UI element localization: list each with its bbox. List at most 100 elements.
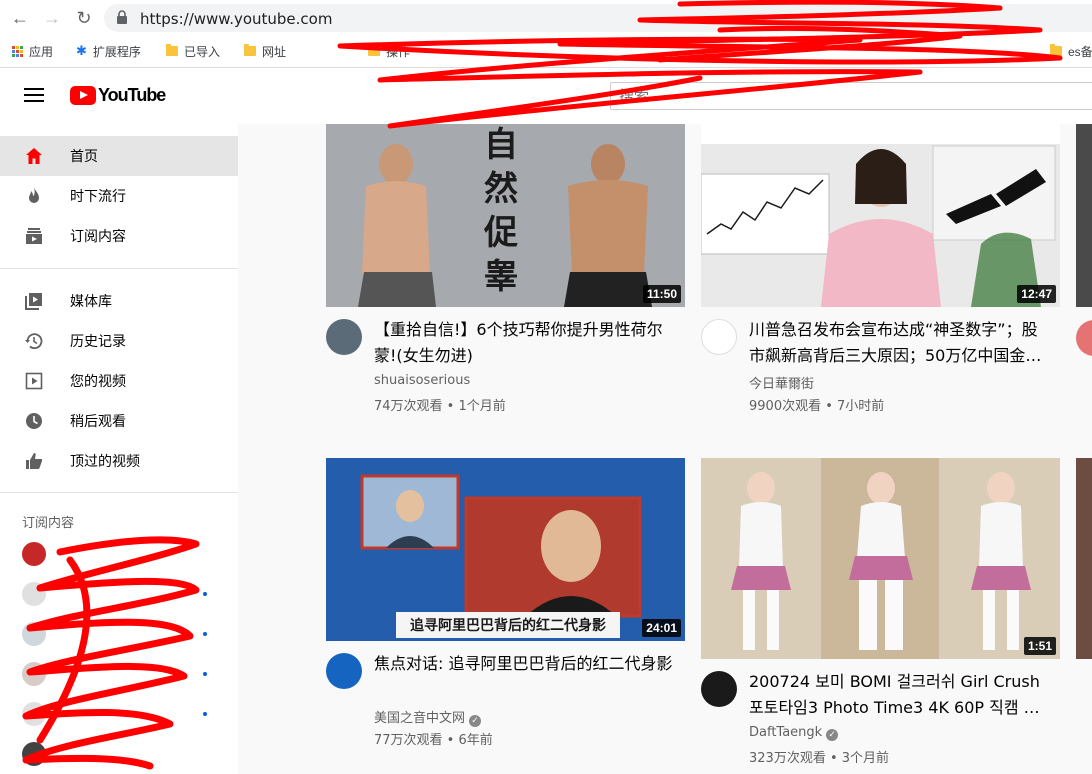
search-input[interactable]: [619, 87, 1079, 105]
back-arrow-icon[interactable]: ←: [8, 6, 32, 30]
video-meta: 川普急召发布会宣布达成“神圣数字”；股市飙新高背后三大原因；50万亿中国金… 今…: [701, 307, 1061, 417]
verified-badge-icon: ✓: [826, 729, 839, 741]
new-content-dot: [203, 672, 207, 676]
thumbnail-caption: 追寻阿里巴巴背后的红二代身影: [410, 617, 606, 634]
bookmark-operations[interactable]: 操作: [368, 42, 410, 60]
video-thumbnail[interactable]: 12:47: [701, 124, 1060, 307]
sidebar-divider: [0, 492, 238, 493]
channel-name-text[interactable]: DaftTaengk: [749, 725, 822, 740]
new-content-dot: [203, 592, 207, 596]
sidebar-item-liked-videos[interactable]: 顶过的视频: [0, 441, 238, 481]
channel-name[interactable]: 美国之音中文网 ✓: [374, 707, 482, 727]
video-title[interactable]: 焦点对话: 追寻阿里巴巴背后的红二代身影: [374, 651, 674, 677]
logo-text: YouTube: [98, 85, 166, 105]
sidebar-item-library[interactable]: 媒体库: [0, 281, 238, 321]
bookmark-apps[interactable]: 应用: [12, 42, 53, 60]
youtube-play-logo-icon: [70, 86, 96, 105]
channel-avatar[interactable]: [326, 319, 362, 355]
bookmark-imported[interactable]: 已导入: [166, 42, 220, 60]
sidebar-item-label: 首页: [70, 149, 98, 165]
sidebar-divider: [0, 268, 238, 269]
folder-icon: [166, 44, 178, 56]
video-meta: 200724 보미 BOMI 걸크러쉬 Girl Crush 포토타임3 Pho…: [701, 659, 1061, 769]
browser-nav-row: ← → ↻ https://www.youtube.com: [0, 0, 1092, 36]
apps-grid-icon: [12, 45, 23, 57]
channel-avatar: [22, 622, 46, 646]
sidebar-item-watch-later[interactable]: 稍后观看: [0, 401, 238, 441]
bookmark-label: 操作: [386, 44, 411, 59]
video-duration: 11:50: [642, 285, 681, 303]
sidebar-item-home[interactable]: 首页: [0, 136, 238, 176]
channel-name[interactable]: DaftTaengk ✓: [749, 725, 839, 741]
video-title[interactable]: 川普急召发布会宣布达成“神圣数字”；股市飙新高背后三大原因；50万亿中国金…: [749, 317, 1049, 369]
forward-arrow-icon[interactable]: →: [40, 6, 64, 30]
video-stats: 77万次观看 • 6年前: [374, 733, 493, 748]
channel-name[interactable]: 今日華爾街: [749, 373, 814, 392]
bookmark-label: 应用: [29, 44, 54, 59]
sidebar-item-label: 媒体库: [70, 294, 112, 310]
video-feed: 自 然 促 睾 11:50 【重拾自信!】6个技巧帮你提升男性荷尔蒙!(女生勿进…: [238, 124, 1092, 774]
channel-avatar: [22, 582, 46, 606]
partial-video-thumbnail[interactable]: [1076, 124, 1092, 307]
trending-fire-icon: [29, 187, 39, 203]
bookmark-extensions[interactable]: ✱ 扩展程序: [76, 42, 141, 60]
reload-icon[interactable]: ↻: [72, 6, 96, 30]
video-card[interactable]: 1:51 200724 보미 BOMI 걸크러쉬 Girl Crush 포토타임…: [701, 458, 1061, 769]
your-videos-icon: [25, 372, 43, 390]
channel-avatar: [22, 742, 46, 766]
svg-text:促: 促: [483, 213, 518, 253]
bookmark-urls[interactable]: 网址: [244, 42, 286, 60]
channel-name[interactable]: shuaisoserious: [374, 373, 470, 388]
subscription-item[interactable]: [0, 614, 238, 654]
video-stats: 74万次观看 • 1个月前: [374, 399, 506, 414]
video-title[interactable]: 200724 보미 BOMI 걸크러쉬 Girl Crush 포토타임3 Pho…: [749, 669, 1049, 721]
browser-chrome: ← → ↻ https://www.youtube.com 应用 ✱ 扩展程序 …: [0, 0, 1092, 68]
bookmark-label: 已导入: [184, 44, 221, 59]
folder-icon: [368, 44, 380, 56]
search-box[interactable]: [610, 82, 1092, 110]
video-card[interactable]: 追寻阿里巴巴背后的红二代身影 24:01 焦点对话: 追寻阿里巴巴背后的红二代身…: [326, 458, 686, 751]
video-card[interactable]: 自 然 促 睾 11:50 【重拾自信!】6个技巧帮你提升男性荷尔蒙!(女生勿进…: [326, 124, 686, 417]
sidebar-item-label: 历史记录: [70, 334, 126, 350]
subscription-item[interactable]: [0, 534, 238, 574]
bookmark-label: 扩展程序: [92, 44, 141, 59]
subscription-item[interactable]: [0, 654, 238, 694]
channel-avatar[interactable]: [701, 319, 737, 355]
bookmark-es[interactable]: es备: [1050, 42, 1092, 60]
new-content-dot: [203, 712, 207, 716]
channel-avatar[interactable]: [326, 653, 362, 689]
video-meta: 焦点对话: 追寻阿里巴巴背后的红二代身影 美国之音中文网 ✓ 77万次观看 • 6…: [326, 641, 686, 751]
new-content-dot: [203, 632, 207, 636]
sidebar-item-subscriptions[interactable]: 订阅内容: [0, 216, 238, 256]
sidebar-item-label: 订阅内容: [70, 229, 126, 245]
partial-video-thumbnail[interactable]: [1076, 458, 1092, 659]
address-bar[interactable]: https://www.youtube.com: [104, 4, 1092, 32]
subscriptions-heading: 订阅内容: [22, 516, 75, 531]
video-thumbnail[interactable]: 追寻阿里巴巴背后的红二代身影 24:01: [326, 458, 685, 641]
sidebar-item-label: 您的视频: [70, 374, 126, 390]
sidebar-item-history[interactable]: 历史记录: [0, 321, 238, 361]
sidebar-item-your-videos[interactable]: 您的视频: [0, 361, 238, 401]
subscription-item[interactable]: [0, 694, 238, 734]
home-icon: [26, 148, 42, 164]
subscription-item[interactable]: [0, 574, 238, 614]
channel-avatar[interactable]: [701, 671, 737, 707]
youtube-logo[interactable]: YouTube: [70, 85, 166, 106]
channel-name-text[interactable]: 美国之音中文网: [374, 711, 465, 726]
video-thumbnail[interactable]: 自 然 促 睾 11:50: [326, 124, 685, 307]
video-card[interactable]: 12:47 川普急召发布会宣布达成“神圣数字”；股市飙新高背后三大原因；50万亿…: [701, 124, 1061, 417]
verified-badge-icon: ✓: [469, 715, 482, 727]
puzzle-icon: ✱: [76, 43, 87, 58]
sidebar-item-trending[interactable]: 时下流行: [0, 176, 238, 216]
youtube-header: YouTube: [0, 68, 1092, 124]
hamburger-menu-icon[interactable]: [24, 88, 44, 104]
thumbnail-news-image: [701, 124, 1060, 307]
folder-icon: [1050, 44, 1062, 56]
video-title[interactable]: 【重拾自信!】6个技巧帮你提升男性荷尔蒙!(女生勿进): [374, 317, 674, 369]
history-icon: [25, 333, 43, 350]
url-text[interactable]: https://www.youtube.com: [140, 10, 332, 28]
subscription-item[interactable]: [0, 734, 238, 774]
channel-avatar[interactable]: [1076, 320, 1092, 356]
svg-text:自: 自: [484, 125, 518, 165]
video-thumbnail[interactable]: 1:51: [701, 458, 1060, 659]
